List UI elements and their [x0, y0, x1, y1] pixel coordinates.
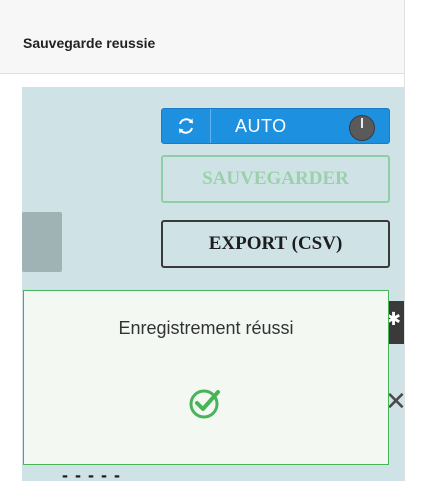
result-card: Sauvegarde reussie AUTO SAUVEGARDER EXPO… [0, 0, 405, 481]
export-csv-button[interactable]: EXPORT (CSV) [161, 220, 390, 268]
power-icon[interactable] [349, 115, 375, 141]
check-circle-icon [189, 389, 220, 419]
auto-save-toggle[interactable]: AUTO [161, 108, 390, 144]
save-button[interactable]: SAUVEGARDER [161, 155, 390, 203]
partial-text-row: - - - - - [62, 465, 121, 481]
auto-label: AUTO [235, 115, 287, 136]
card-header: Sauvegarde reussie [0, 0, 404, 74]
success-toast: Enregistrement réussi [23, 290, 389, 465]
card-title: Sauvegarde reussie [23, 35, 156, 51]
sync-icon[interactable] [162, 109, 211, 143]
toast-message: Enregistrement réussi [118, 318, 294, 338]
side-panel-button[interactable] [22, 212, 62, 272]
